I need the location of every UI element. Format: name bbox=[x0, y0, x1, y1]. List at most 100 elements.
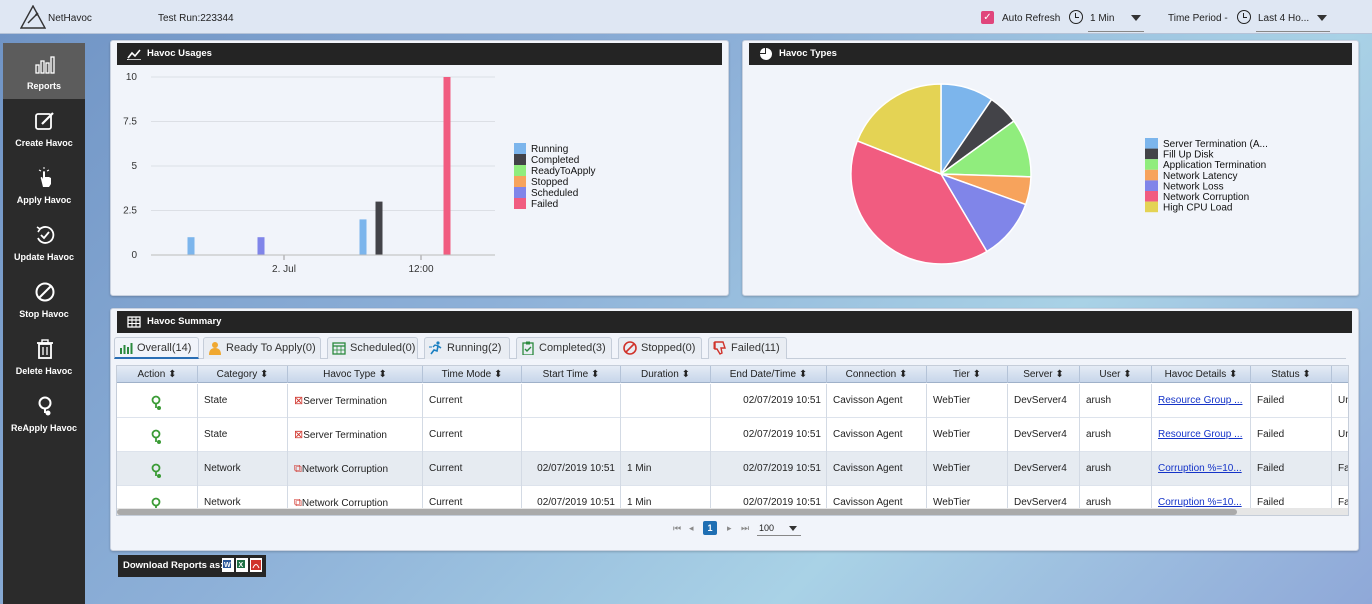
column-header-connection[interactable]: Connection ⬍ bbox=[827, 366, 927, 383]
scroll-thumb[interactable] bbox=[117, 509, 1237, 515]
app-name: NetHavoc bbox=[48, 13, 92, 24]
legend-swatch bbox=[514, 187, 526, 198]
stop-circle-icon bbox=[35, 282, 55, 302]
extra-cell: Un bbox=[1332, 418, 1348, 452]
column-header-action[interactable]: Action ⬍ bbox=[117, 366, 198, 383]
tab-stopped[interactable]: Stopped(0) bbox=[618, 337, 702, 359]
column-header-duration[interactable]: Duration ⬍ bbox=[621, 366, 711, 383]
tab-ready-to-apply[interactable]: Ready To Apply(0) bbox=[203, 337, 321, 359]
next-page-icon[interactable]: ▸ bbox=[727, 523, 732, 534]
tab-label: Completed(3) bbox=[539, 342, 606, 354]
sidebar-item-apply-havoc[interactable]: Apply Havoc bbox=[3, 157, 85, 213]
trash-icon bbox=[37, 339, 53, 359]
legend-label: Stopped bbox=[531, 177, 568, 188]
sidebar-item-label: Update Havoc bbox=[13, 252, 75, 262]
excel-download-icon[interactable]: X bbox=[236, 558, 248, 572]
chevron-down-icon[interactable] bbox=[1317, 15, 1327, 21]
word-download-icon[interactable]: W bbox=[222, 558, 234, 572]
bar-running bbox=[187, 237, 195, 255]
pdf-download-icon[interactable] bbox=[250, 558, 262, 572]
legend-swatch bbox=[1145, 159, 1158, 170]
havoc-details-link[interactable]: Resource Group ... bbox=[1152, 418, 1251, 452]
pointer-hand-icon bbox=[38, 167, 51, 187]
first-page-icon[interactable]: ⏮ bbox=[673, 523, 681, 534]
tab-running[interactable]: Running(2) bbox=[424, 337, 510, 359]
column-header-tier[interactable]: Tier ⬍ bbox=[927, 366, 1008, 383]
last-page-icon[interactable]: ⏭ bbox=[741, 523, 749, 534]
havoc-usages-chart: 10 7.5 5 2.5 0 2. Jul 12:00 RunningCompletedRea… bbox=[123, 72, 595, 275]
column-header-category[interactable]: Category ⬍ bbox=[198, 366, 288, 383]
legend-label: Network Loss bbox=[1163, 181, 1224, 192]
server-termination-icon: ⊠ bbox=[294, 429, 304, 441]
bar-chart-icon bbox=[120, 343, 133, 354]
sidebar-item-stop-havoc[interactable]: Stop Havoc bbox=[3, 271, 85, 327]
column-header-havoc-details[interactable]: Havoc Details ⬍ bbox=[1152, 366, 1251, 383]
tier-cell: WebTier bbox=[927, 418, 1008, 452]
refresh-interval-dropdown[interactable]: 1 Min bbox=[1090, 13, 1114, 24]
time-period-dropdown[interactable]: Last 4 Ho... bbox=[1258, 13, 1309, 24]
havoc-details-link[interactable]: Resource Group ... bbox=[1152, 384, 1251, 418]
bar-failed bbox=[443, 77, 451, 255]
sidebar-item-reapply-havoc[interactable]: ReApply Havoc bbox=[3, 385, 85, 441]
column-header-status[interactable]: Status ⬍ bbox=[1251, 366, 1332, 383]
sidebar-item-reports[interactable]: Reports bbox=[3, 43, 85, 99]
running-icon bbox=[429, 341, 442, 355]
duration-cell bbox=[621, 384, 711, 418]
column-header-server[interactable]: Server ⬍ bbox=[1008, 366, 1080, 383]
tab-label: Overall(14) bbox=[137, 342, 192, 354]
time-mode-cell: Current bbox=[423, 452, 522, 486]
sidebar-item-delete-havoc[interactable]: Delete Havoc bbox=[3, 328, 85, 384]
table-row[interactable]: State ⊠Server Termination Current 02/07/… bbox=[117, 418, 1348, 452]
table-row[interactable]: Network ⧉Network Corruption Current 02/0… bbox=[117, 452, 1348, 486]
havoc-type-cell: ⧉Network Corruption bbox=[288, 452, 423, 486]
server-cell: DevServer4 bbox=[1008, 384, 1080, 418]
bar-running bbox=[359, 219, 367, 255]
column-header-start-time[interactable]: Start Time ⬍ bbox=[522, 366, 621, 383]
tab-failed[interactable]: Failed(11) bbox=[708, 337, 787, 359]
download-label: Download Reports as: bbox=[123, 560, 224, 571]
action-cell bbox=[117, 418, 198, 452]
y-tick-label: 10 bbox=[126, 72, 138, 83]
prev-page-icon[interactable]: ◂ bbox=[689, 523, 694, 534]
auto-refresh-checkbox[interactable]: ✓ bbox=[981, 11, 994, 24]
column-header-user[interactable]: User ⬍ bbox=[1080, 366, 1152, 383]
bar-chart-icon bbox=[35, 56, 55, 74]
legend-swatch bbox=[514, 165, 526, 176]
current-page-button[interactable]: 1 bbox=[703, 521, 717, 535]
legend-label: Network Corruption bbox=[1163, 192, 1249, 203]
reapply-action-icon[interactable] bbox=[150, 395, 164, 411]
user-cell: arush bbox=[1080, 452, 1152, 486]
legend-swatch bbox=[514, 143, 526, 154]
legend-label: Running bbox=[531, 144, 568, 155]
time-mode-cell: Current bbox=[423, 418, 522, 452]
tab-overall[interactable]: Overall(14) bbox=[114, 337, 199, 359]
legend-label: ReadyToApply bbox=[531, 166, 595, 177]
server-termination-icon: ⊠ bbox=[294, 395, 304, 407]
column-header-end-time[interactable]: End Date/Time ⬍ bbox=[711, 366, 827, 383]
sidebar-item-update-havoc[interactable]: Update Havoc bbox=[3, 214, 85, 270]
tab-scheduled[interactable]: Scheduled(0) bbox=[327, 337, 418, 359]
horizontal-scrollbar[interactable] bbox=[117, 508, 1348, 515]
page-size-select[interactable]: 100 bbox=[757, 521, 801, 536]
dropdown-underline bbox=[1256, 31, 1330, 32]
thumbs-down-icon bbox=[713, 341, 726, 355]
column-header-time-mode[interactable]: Time Mode ⬍ bbox=[423, 366, 522, 383]
chevron-down-icon[interactable] bbox=[1131, 15, 1141, 21]
legend-swatch bbox=[1145, 138, 1158, 149]
reapply-action-icon[interactable] bbox=[150, 429, 164, 445]
ban-icon bbox=[623, 341, 637, 355]
legend-label: Scheduled bbox=[531, 188, 578, 199]
havoc-summary-panel: Havoc Summary Overall(14) Ready To Apply… bbox=[110, 308, 1359, 551]
sidebar-item-label: Stop Havoc bbox=[19, 309, 69, 319]
tab-completed[interactable]: Completed(3) bbox=[516, 337, 612, 359]
table-row[interactable]: State ⊠Server Termination Current 02/07/… bbox=[117, 384, 1348, 418]
time-period-label: Time Period - bbox=[1168, 13, 1228, 24]
server-cell: DevServer4 bbox=[1008, 452, 1080, 486]
column-header-havoc-type[interactable]: Havoc Type ⬍ bbox=[288, 366, 423, 383]
status-cell: Failed bbox=[1251, 452, 1332, 486]
legend-swatch bbox=[514, 154, 526, 165]
reapply-action-icon[interactable] bbox=[150, 463, 164, 479]
column-header-more[interactable]: C bbox=[1332, 366, 1349, 383]
sidebar-item-create-havoc[interactable]: Create Havoc bbox=[3, 100, 85, 156]
havoc-details-link[interactable]: Corruption %=10... bbox=[1152, 452, 1251, 486]
